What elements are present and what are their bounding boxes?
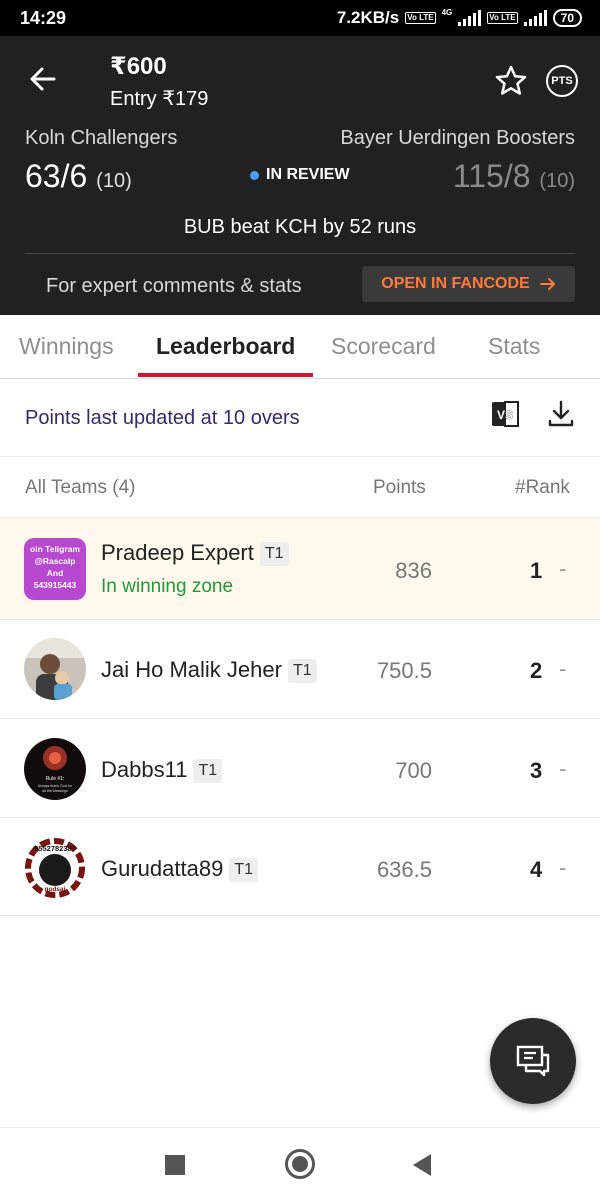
home-icon[interactable] [285, 1149, 315, 1179]
system-back-icon[interactable] [413, 1154, 431, 1176]
player-rank: 1 [530, 558, 543, 583]
active-tab-indicator [138, 373, 313, 377]
team-tag: T1 [193, 759, 223, 783]
download-icon[interactable] [546, 399, 576, 429]
avatar-text-line: @Rascalp [35, 556, 76, 566]
team-left-overs: (10) [96, 170, 132, 192]
match-header: ₹600 Entry ₹179 PTS Koln Challengers Bay… [0, 36, 600, 315]
avatar-text-line: godsai [45, 886, 66, 893]
avatar: oin Teligram @Rascalp And 543915443 [24, 538, 86, 600]
fancode-button-label: OPEN IN FANCODE [381, 275, 530, 292]
rank-change: - [559, 656, 567, 681]
avatar-text-line: 543915443 [34, 580, 77, 590]
player-rank: 3 [530, 758, 543, 783]
avatar-text-line: 9552782387 [34, 844, 76, 853]
status-bar: 14:29 7.2KB/s Vo LTE 4G Vo LTE 70 [0, 0, 600, 36]
match-result: BUB beat KCH by 52 runs [183, 216, 417, 238]
team-right-overs: (10) [539, 170, 575, 192]
avatar-text-line: Always thank God for [38, 784, 73, 788]
player-points: 636.5 [376, 857, 432, 882]
status-time: 14:29 [20, 8, 67, 28]
player-name: Jai Ho Malik Jeher T1 [101, 657, 317, 683]
net-type: 4G [441, 8, 453, 17]
status-dot-icon [250, 170, 259, 180]
open-in-fancode-button[interactable]: OPEN IN FANCODE [362, 266, 575, 302]
player-points: 750.5 [376, 658, 432, 683]
team-right-runs: 115/8 [452, 158, 531, 194]
volte-icon: Vo LTE [405, 12, 436, 24]
volte-icon-2: Vo LTE [487, 12, 518, 24]
battery-icon: 70 [552, 9, 582, 27]
player-name: Gurudatta89 T1 [101, 856, 258, 882]
tab-stats[interactable]: Stats [488, 333, 540, 360]
tab-scorecard[interactable]: Scorecard [331, 333, 436, 360]
entry-fee: Entry ₹179 [110, 88, 209, 110]
tab-bar: Winnings Leaderboard Scorecard Stats [0, 315, 600, 379]
compare-vs-icon[interactable]: VS [490, 400, 520, 428]
signal-icon [458, 10, 482, 26]
avatar-text-line: Rule #1: [46, 776, 65, 782]
avatar [24, 638, 86, 700]
leaderboard-row[interactable]: oin Teligram @Rascalp And 543915443 Prad… [0, 517, 600, 619]
tab-leaderboard[interactable]: Leaderboard [156, 333, 295, 360]
recent-apps-icon[interactable] [165, 1155, 185, 1175]
player-name: Dabbs11 T1 [101, 757, 223, 783]
team-right-name: Bayer Uerdingen Boosters [340, 127, 575, 149]
player-rank: 2 [530, 658, 543, 683]
system-nav-bar [0, 1127, 600, 1200]
player-name-label: Gurudatta89 [101, 856, 224, 881]
expert-comments-text: For expert comments & stats [46, 275, 302, 297]
status-icons: 7.2KB/s Vo LTE 4G Vo LTE 70 [337, 8, 582, 28]
team-left-runs: 63/6 [25, 158, 88, 194]
network-speed: 7.2KB/s [336, 8, 400, 27]
match-status-label: IN REVIEW [266, 166, 350, 183]
arrow-right-icon [539, 278, 555, 290]
rank-header: #Rank [515, 477, 570, 498]
match-status: IN REVIEW [250, 166, 350, 184]
header-divider [25, 253, 575, 254]
points-system-button[interactable]: PTS [546, 65, 578, 97]
rank-change: - [559, 756, 567, 781]
points-info-bar: Points last updated at 10 overs VS [0, 380, 600, 457]
player-rank: 4 [530, 857, 543, 882]
all-teams-header: All Teams (4) [25, 477, 136, 498]
rank-change: - [559, 556, 567, 581]
vs-label: VS [497, 408, 513, 422]
player-name-label: Pradeep Expert [101, 540, 254, 565]
points-header: Points [373, 477, 426, 498]
back-arrow-icon[interactable] [26, 62, 60, 96]
leaderboard-column-headers: All Teams (4) Points #Rank [0, 457, 600, 517]
winning-zone-label: In winning zone [101, 576, 234, 597]
tab-winnings[interactable]: Winnings [19, 333, 114, 360]
avatar-text-line: And [47, 568, 64, 578]
prize-amount: ₹600 [110, 53, 167, 80]
chat-fab-button[interactable] [490, 1018, 576, 1104]
team-tag: T1 [259, 542, 289, 566]
player-points: 836 [395, 558, 432, 583]
player-name-label: Dabbs11 [101, 757, 188, 782]
leaderboard-row[interactable]: Rule #1: Always thank God for all the bl… [0, 718, 600, 817]
team-tag: T1 [287, 659, 317, 683]
player-name: Pradeep Expert T1 [101, 540, 289, 566]
player-points: 700 [395, 758, 432, 783]
rank-change: - [559, 855, 567, 880]
team-left-score: 63/6 (10) [25, 158, 132, 195]
avatar: Rule #1: Always thank God for all the bl… [24, 738, 86, 800]
leaderboard-row[interactable]: Jai Ho Malik Jeher T1 750.5 2 - [0, 619, 600, 718]
avatar: 9552782387 godsai [24, 837, 86, 899]
player-name-label: Jai Ho Malik Jeher [101, 657, 282, 682]
team-tag: T1 [229, 858, 258, 882]
star-icon[interactable] [494, 64, 528, 98]
chat-icon [516, 1045, 550, 1077]
points-updated-text: Points last updated at 10 overs [25, 407, 300, 429]
team-left-name: Koln Challengers [25, 127, 178, 149]
avatar-text-line: oin Teligram [30, 544, 80, 554]
signal-icon-2 [523, 10, 547, 26]
leaderboard-row[interactable]: 9552782387 godsai Gurudatta89 T1 636.5 4 … [0, 817, 600, 916]
team-right-score: 115/8 (10) [453, 158, 575, 195]
avatar-text-line: all the blessings [42, 789, 68, 793]
